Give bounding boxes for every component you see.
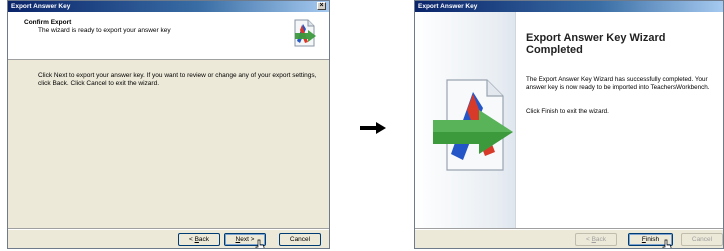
hand-cursor-icon [255, 239, 265, 248]
hand-cursor-icon [662, 239, 672, 248]
close-button[interactable]: × [317, 2, 326, 10]
back-button[interactable]: < Back [178, 233, 220, 246]
header-subtitle: The wizard is ready to export your answe… [38, 27, 171, 34]
wizard-side-panel [415, 12, 516, 228]
back-button-label: ack [595, 236, 607, 243]
window-title: Export Answer Key [418, 3, 478, 10]
finish-button-label: inish [645, 236, 660, 243]
divider [415, 228, 723, 230]
divider [8, 228, 329, 230]
completed-message: The Export Answer Key Wizard has success… [526, 76, 710, 91]
cancel-button[interactable]: Cancel [681, 233, 723, 246]
back-button[interactable]: < Back [575, 233, 617, 246]
window-title: Export Answer Key [11, 3, 71, 10]
finish-instruction: Click Finish to exit the wizard. [526, 108, 609, 115]
completed-heading: Export Answer Key Wizard Completed [526, 32, 666, 56]
wizard-main-panel: Export Answer Key Wizard Completed The E… [516, 12, 723, 228]
instruction-text: Click Next to export your answer key. If… [38, 72, 317, 87]
export-icon [294, 19, 316, 47]
arrow-right-icon [360, 122, 386, 134]
next-button-label: ext > [240, 236, 255, 243]
confirm-export-dialog: Export Answer Key × Confirm Export The w… [7, 0, 330, 249]
title-bar[interactable]: Export Answer Key × [8, 1, 329, 12]
wizard-header: Confirm Export The wizard is ready to ex… [8, 12, 329, 60]
back-button-label: ack [198, 236, 210, 243]
export-wizard-icon [433, 79, 513, 171]
cancel-button[interactable]: Cancel [279, 233, 321, 246]
title-bar[interactable]: Export Answer Key [415, 1, 723, 12]
wizard-completed-dialog: Export Answer Key Export Answer Key Wiza… [414, 0, 724, 249]
header-title: Confirm Export [24, 19, 72, 26]
